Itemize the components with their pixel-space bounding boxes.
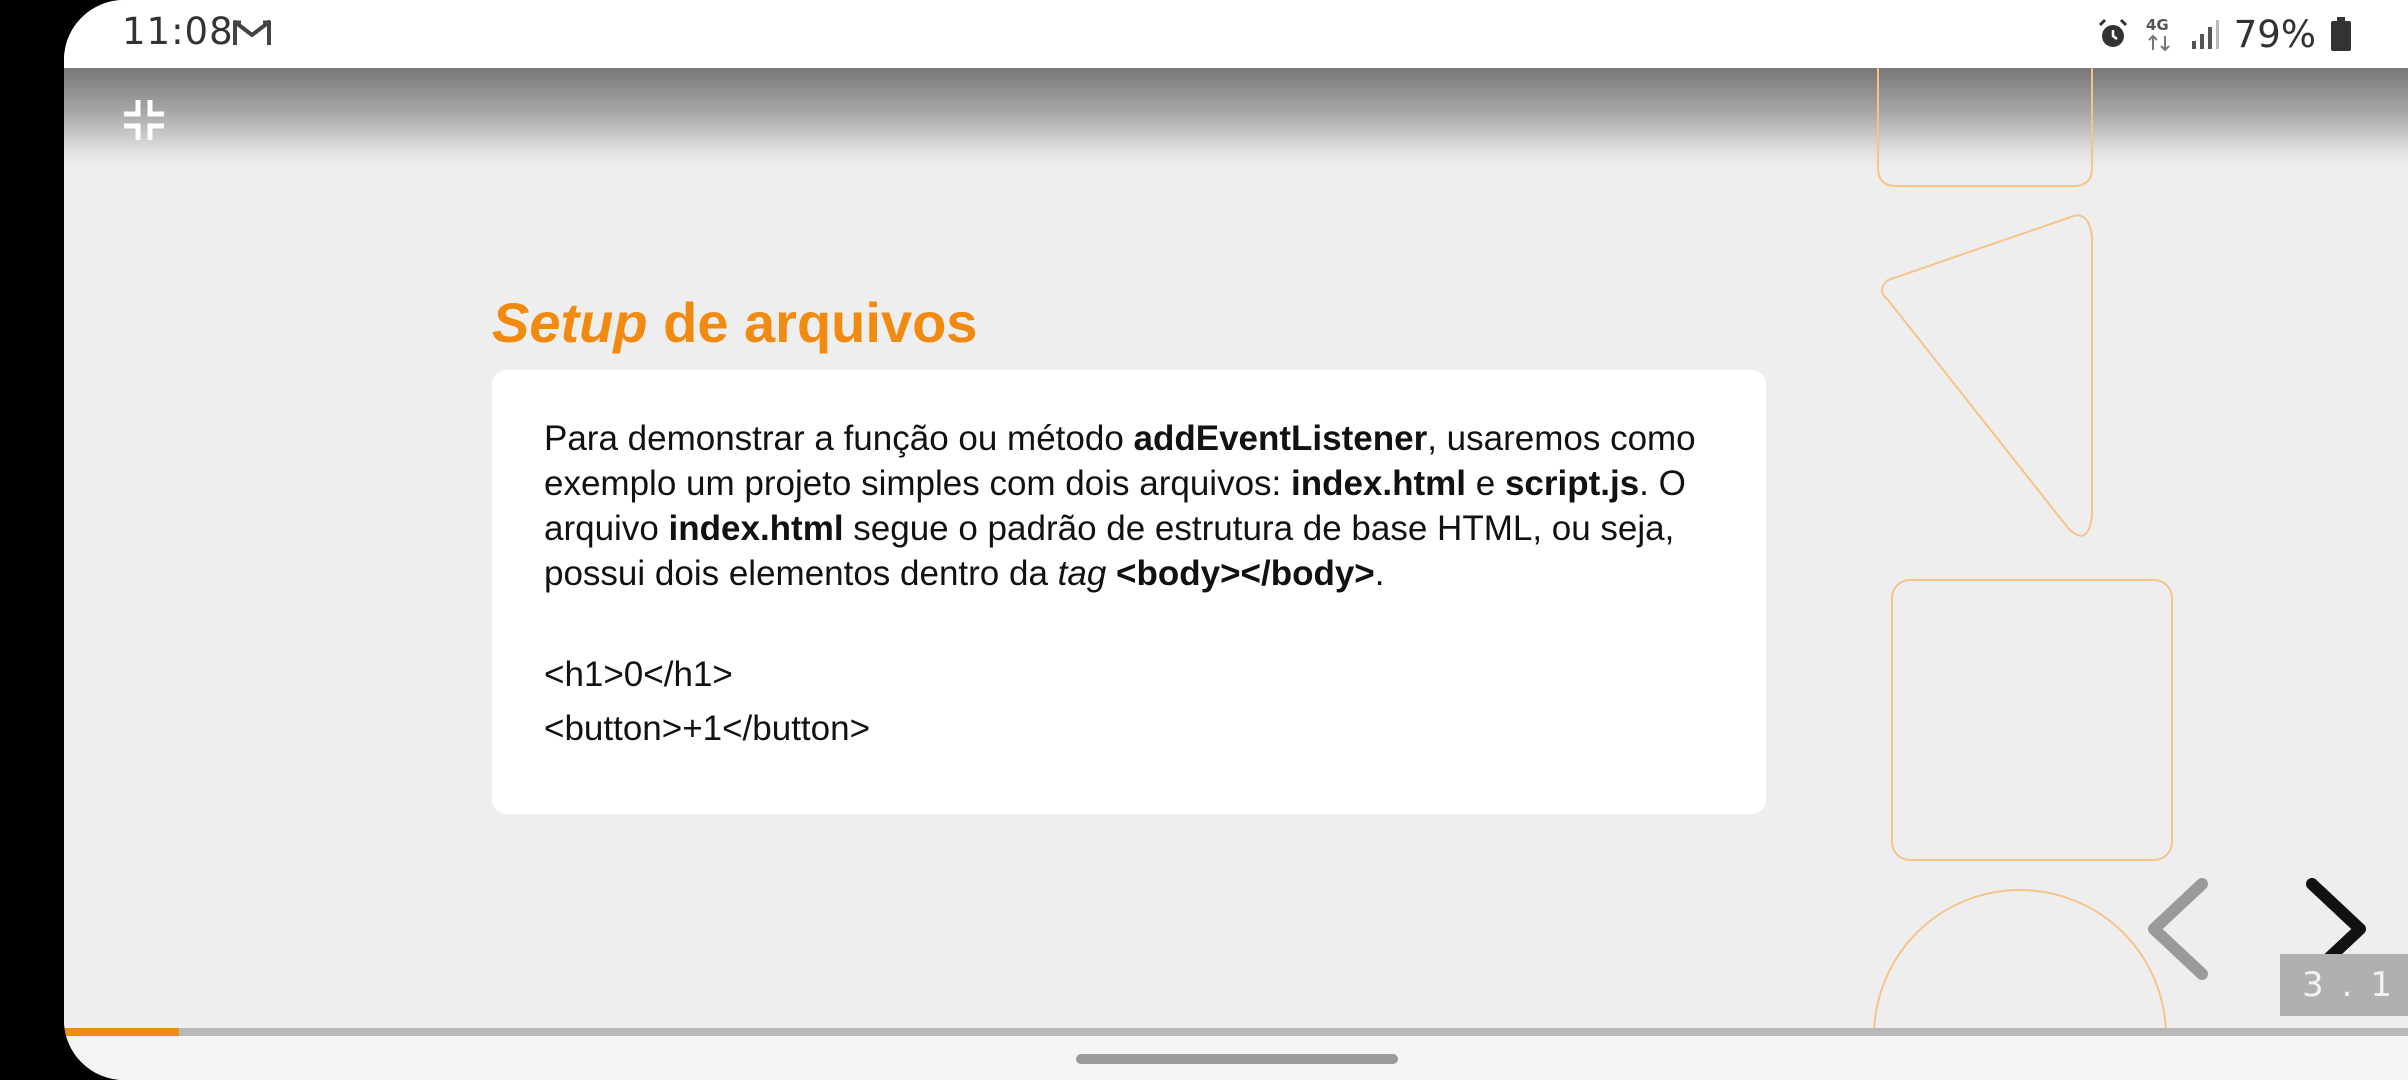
code-line: <button>+1</button> (544, 709, 871, 748)
status-icons: 4G 79% (2096, 10, 2352, 58)
exit-fullscreen-icon[interactable] (122, 98, 166, 142)
text-italic: tag (1057, 554, 1107, 593)
square-decoration (1891, 579, 2173, 861)
network-label: 4G (2146, 16, 2169, 34)
text-bold: script.js (1504, 464, 1640, 503)
battery-percent: 79% (2233, 12, 2316, 56)
status-bar: 11:08 4G 79% (64, 0, 2408, 68)
content-card: Para demonstrar a função ou método addEv… (492, 370, 1766, 814)
home-indicator[interactable] (1076, 1054, 1398, 1064)
progress-fill (64, 1028, 179, 1036)
slide-top-shade (64, 68, 2408, 168)
presentation-slide: Setup de arquivos Para demonstrar a funç… (64, 68, 2408, 1036)
battery-icon (2331, 17, 2351, 51)
text-run: Para demonstrar a função ou método (544, 419, 1134, 458)
text-run (1106, 554, 1116, 593)
code-line: <h1>0</h1> (544, 655, 733, 694)
text-bold: addEventListener (1133, 419, 1428, 458)
slide-title: Setup de arquivos (492, 290, 977, 355)
description-paragraph: Para demonstrar a função ou método addEv… (544, 416, 1714, 596)
text-run: . (1374, 554, 1385, 593)
progress-bar (64, 1028, 2408, 1036)
text-bold: index.html (1290, 464, 1467, 503)
alarm-icon (2098, 18, 2127, 47)
text-bold: <body></body> (1116, 554, 1375, 593)
gmail-icon (233, 20, 271, 45)
circle-decoration (1873, 889, 2167, 1036)
chevron-left-icon (2148, 878, 2208, 980)
text-run: e (1466, 464, 1505, 503)
slide-number: 3.1 (2280, 954, 2408, 1016)
previous-slide-button[interactable] (2138, 874, 2218, 984)
signal-icon (2191, 20, 2219, 49)
text-bold: index.html (668, 509, 844, 548)
navigation-bar (64, 1036, 2408, 1080)
slide-title-emphasis: Setup (492, 291, 648, 354)
triangle-decoration (1881, 214, 2093, 537)
code-snippet: <h1>0</h1> <button>+1</button> (544, 648, 1714, 756)
slide-title-rest: de arquivos (647, 291, 978, 354)
status-time: 11:08 (122, 10, 234, 53)
network-4g-icon: 4G (2146, 16, 2170, 52)
device-screen: 11:08 4G 79% Setup de arquivos Para demo… (64, 0, 2408, 1080)
